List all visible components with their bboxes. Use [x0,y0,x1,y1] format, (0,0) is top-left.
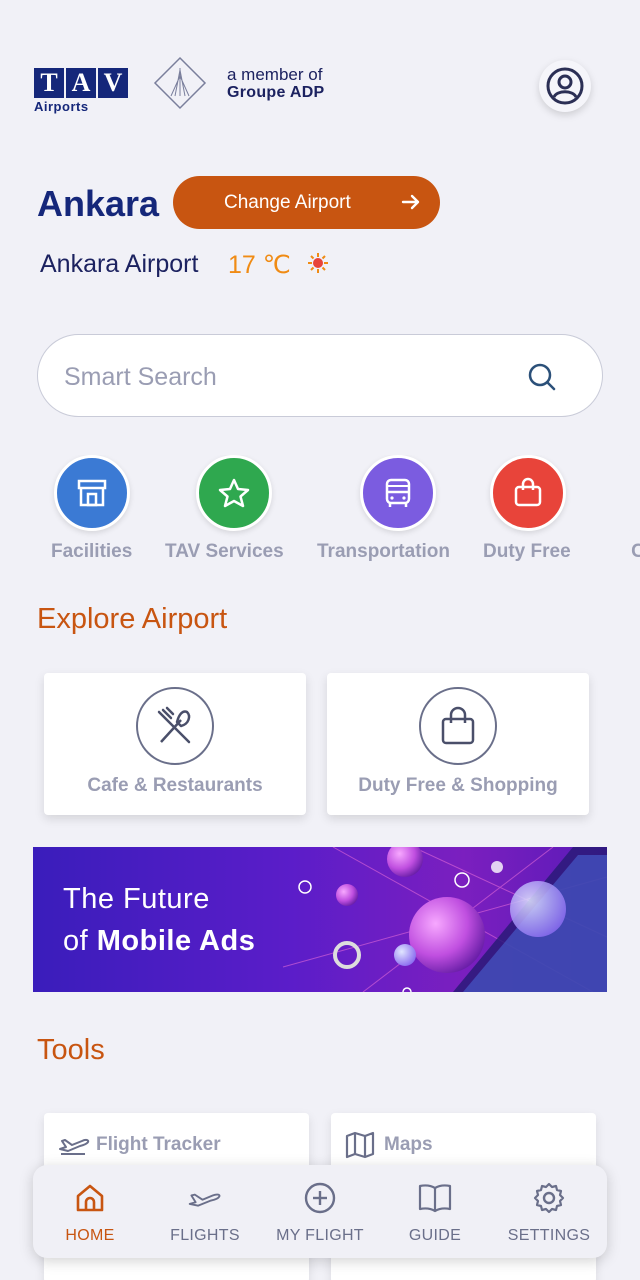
shopping-bag-glyph [441,706,475,745]
category-circle [360,455,436,531]
explore-card-label: Cafe & Restaurants [87,775,263,796]
gear-icon [533,1182,565,1214]
category-partial[interactable]: C [600,455,640,563]
category-transportation[interactable]: Transportation [317,455,450,563]
storefront-icon [77,479,106,507]
smart-search-bar[interactable] [37,334,603,417]
category-shortcuts: Facilities TAV Services Transportation D… [0,455,640,575]
temperature: 17 ℃ [228,251,291,279]
nav-home[interactable]: HOME [35,1165,145,1258]
groupe-adp-logo-icon [153,56,207,110]
nav-label: FLIGHTS [170,1227,240,1244]
ad-decoration [282,847,607,992]
tool-card-label: Maps [384,1134,433,1155]
member-line-1: a member of [227,65,323,84]
logo-subtitle: Airports [34,99,89,114]
airport-name: Ankara Airport [40,250,199,278]
ad-headline-line-2: of Mobile Ads [63,925,255,958]
bus-icon [385,478,411,507]
logo-letter-t: T [34,68,64,98]
tools-title: Tools [37,1034,105,1066]
home-icon [76,1184,104,1212]
member-of-text: a member of Groupe ADP [227,66,325,102]
star-icon [219,478,250,508]
bottom-navigation: HOME FLIGHTS MY FLIGHT GUIDE SETTINGS [33,1165,607,1258]
ad-line-2-bold: Mobile Ads [96,925,256,957]
category-tav-services[interactable]: TAV Services [165,455,284,563]
plane-icon [188,1193,221,1207]
tool-card-label: Flight Tracker [96,1134,221,1155]
category-circle [53,455,130,531]
nav-flights[interactable]: FLIGHTS [150,1165,260,1258]
explore-card-cafe[interactable]: Cafe & Restaurants [44,673,306,815]
category-circle [490,455,567,531]
category-facilities[interactable]: Facilities [51,455,132,563]
explore-card-label: Duty Free & Shopping [358,775,558,796]
category-label: Duty Free [483,541,571,562]
ad-banner[interactable]: The Future of Mobile Ads [33,847,607,992]
nav-guide[interactable]: GUIDE [380,1165,490,1258]
explore-card-duty-free[interactable]: Duty Free & Shopping [327,673,589,815]
category-label: TAV Services [165,541,284,562]
plane-icon [59,1138,90,1155]
search-icon[interactable] [526,361,558,393]
shopping-bag-icon [515,477,542,507]
nav-label: MY FLIGHT [276,1227,364,1244]
nav-label: GUIDE [408,1227,462,1244]
nav-my-flight[interactable]: MY FLIGHT [265,1165,375,1258]
ad-line-2-prefix: of [63,925,89,957]
explore-airport-title: Explore Airport [37,603,228,635]
nav-label: SETTINGS [507,1227,591,1244]
nav-settings[interactable]: SETTINGS [494,1165,604,1258]
city-name: Ankara [37,183,160,224]
category-label: C [631,541,640,562]
book-icon [418,1184,452,1213]
app-header: T A V Airports a member of Groupe ADP [0,0,640,140]
category-circle [196,455,273,531]
logo-letter-v: V [98,68,128,98]
fork-knife-glyph [157,706,191,744]
nav-label: HOME [65,1227,115,1244]
category-circle [600,455,640,531]
change-airport-label: Change Airport [224,191,351,213]
category-label: Transportation [317,541,451,562]
search-input[interactable] [64,360,504,394]
arrow-right-icon [401,194,420,210]
category-label: Facilities [51,541,133,562]
shopping-bag-icon [419,687,497,765]
logo-letter-a: A [66,68,96,98]
member-line-2: Groupe ADP [227,84,325,101]
category-duty-free[interactable]: Duty Free [483,455,571,563]
map-icon [345,1131,375,1159]
user-icon [546,67,584,105]
fork-knife-icon [136,687,214,765]
change-airport-button[interactable]: Change Airport [173,176,440,229]
ad-headline-line-1: The Future [63,883,210,915]
plus-circle-icon [304,1182,336,1214]
sun-icon [308,253,328,273]
profile-button[interactable] [539,60,591,112]
tav-airports-logo: T A V Airports [34,68,132,114]
